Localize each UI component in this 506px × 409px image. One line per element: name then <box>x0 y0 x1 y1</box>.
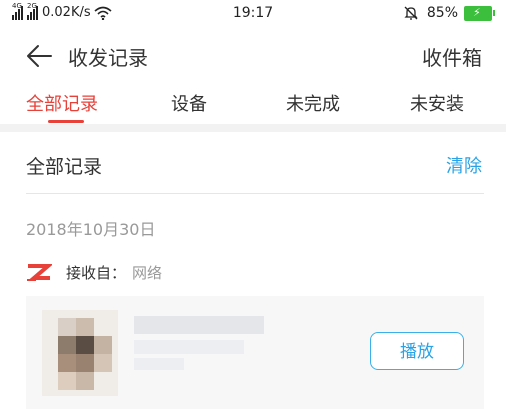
divider <box>0 124 506 132</box>
thumbnail <box>42 310 118 396</box>
battery-level: 85% <box>426 5 458 21</box>
source-value: 网络 <box>132 264 163 282</box>
file-info-placeholder <box>134 340 244 354</box>
status-right: 85% ⚡ <box>403 5 495 21</box>
back-arrow-icon[interactable] <box>25 42 53 70</box>
source-row: 接收自： 网络 <box>26 262 162 283</box>
transfer-logo-icon <box>27 263 52 281</box>
status-bar: 4G 2G 0.02K/s 19:17 85% ⚡ <box>0 0 506 30</box>
section-title: 全部记录 <box>26 156 103 178</box>
title-bar: 收发记录 收件箱 <box>0 30 506 80</box>
page-title: 收发记录 <box>68 46 148 70</box>
tab-incomplete[interactable]: 未完成 <box>286 90 340 116</box>
clear-button[interactable]: 清除 <box>446 152 482 178</box>
record-item[interactable]: 播放 <box>26 296 484 409</box>
tab-all-records[interactable]: 全部记录 <box>26 90 98 116</box>
divider <box>26 193 484 194</box>
tab-bar: 全部记录 设备 未完成 未安装 <box>0 82 506 124</box>
bell-muted-icon <box>404 6 418 20</box>
tab-not-installed[interactable]: 未安装 <box>410 90 464 116</box>
source-label: 接收自： <box>66 264 127 282</box>
file-info-placeholder <box>134 358 184 370</box>
file-name-placeholder <box>134 316 264 334</box>
inbox-button[interactable]: 收件箱 <box>422 42 482 71</box>
tab-devices[interactable]: 设备 <box>171 90 207 116</box>
active-tab-indicator <box>48 120 84 123</box>
record-date: 2018年10月30日 <box>26 220 156 239</box>
battery-icon: ⚡ <box>464 5 495 21</box>
section-header: 全部记录 清除 <box>0 132 506 194</box>
play-button[interactable]: 播放 <box>370 332 464 370</box>
